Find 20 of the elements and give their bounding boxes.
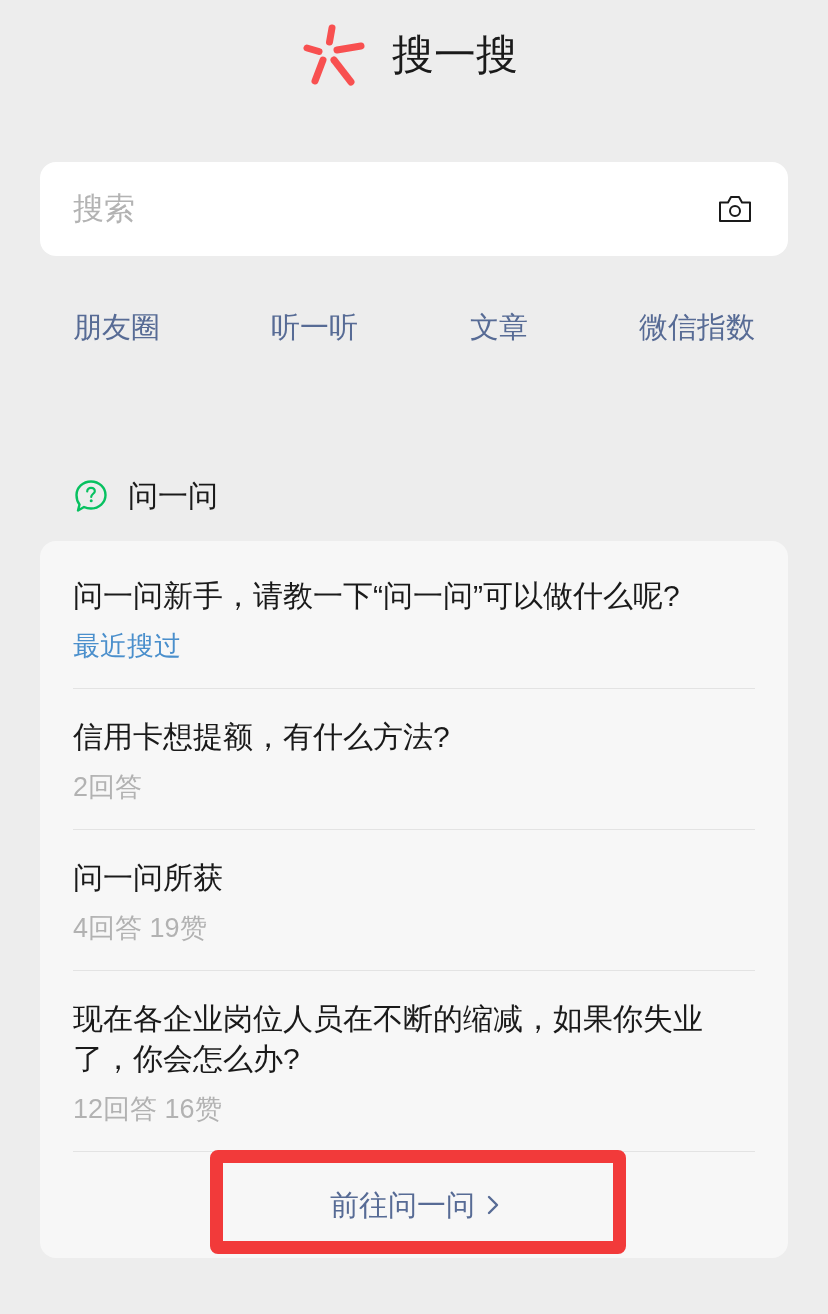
camera-icon[interactable] xyxy=(718,195,752,223)
chevron-right-icon xyxy=(486,1195,499,1215)
more-link[interactable]: 前往问一问 xyxy=(329,1187,499,1223)
question-title[interactable]: 信用卡想提额，有什么方法? xyxy=(73,717,450,757)
answer-stats: 2回答 xyxy=(73,771,143,803)
category-link[interactable]: 听一听 xyxy=(271,309,359,345)
logo-icon xyxy=(302,23,365,87)
question-title[interactable]: 现在各企业岗位人员在不断的缩减，如果你失业了，你会怎么办? xyxy=(73,999,755,1079)
page-title: 搜一搜 xyxy=(391,30,518,80)
category-link[interactable]: 微信指数 xyxy=(639,309,755,345)
recent-search-label: 最近搜过 xyxy=(73,630,181,662)
section-title: 问一问 xyxy=(128,478,218,514)
category-link[interactable]: 朋友圈 xyxy=(73,309,160,345)
search-field[interactable]: 搜索 xyxy=(40,162,788,256)
category-link[interactable]: 文章 xyxy=(469,309,528,345)
answer-stats: 12回答 16赞 xyxy=(73,1093,222,1125)
question-title[interactable]: 问一问新手，请教一下“问一问”可以做什么呢? xyxy=(73,576,680,616)
question-bubble-icon xyxy=(74,479,108,513)
answer-stats: 4回答 19赞 xyxy=(73,912,207,944)
question-title[interactable]: 问一问所获 xyxy=(73,858,223,898)
